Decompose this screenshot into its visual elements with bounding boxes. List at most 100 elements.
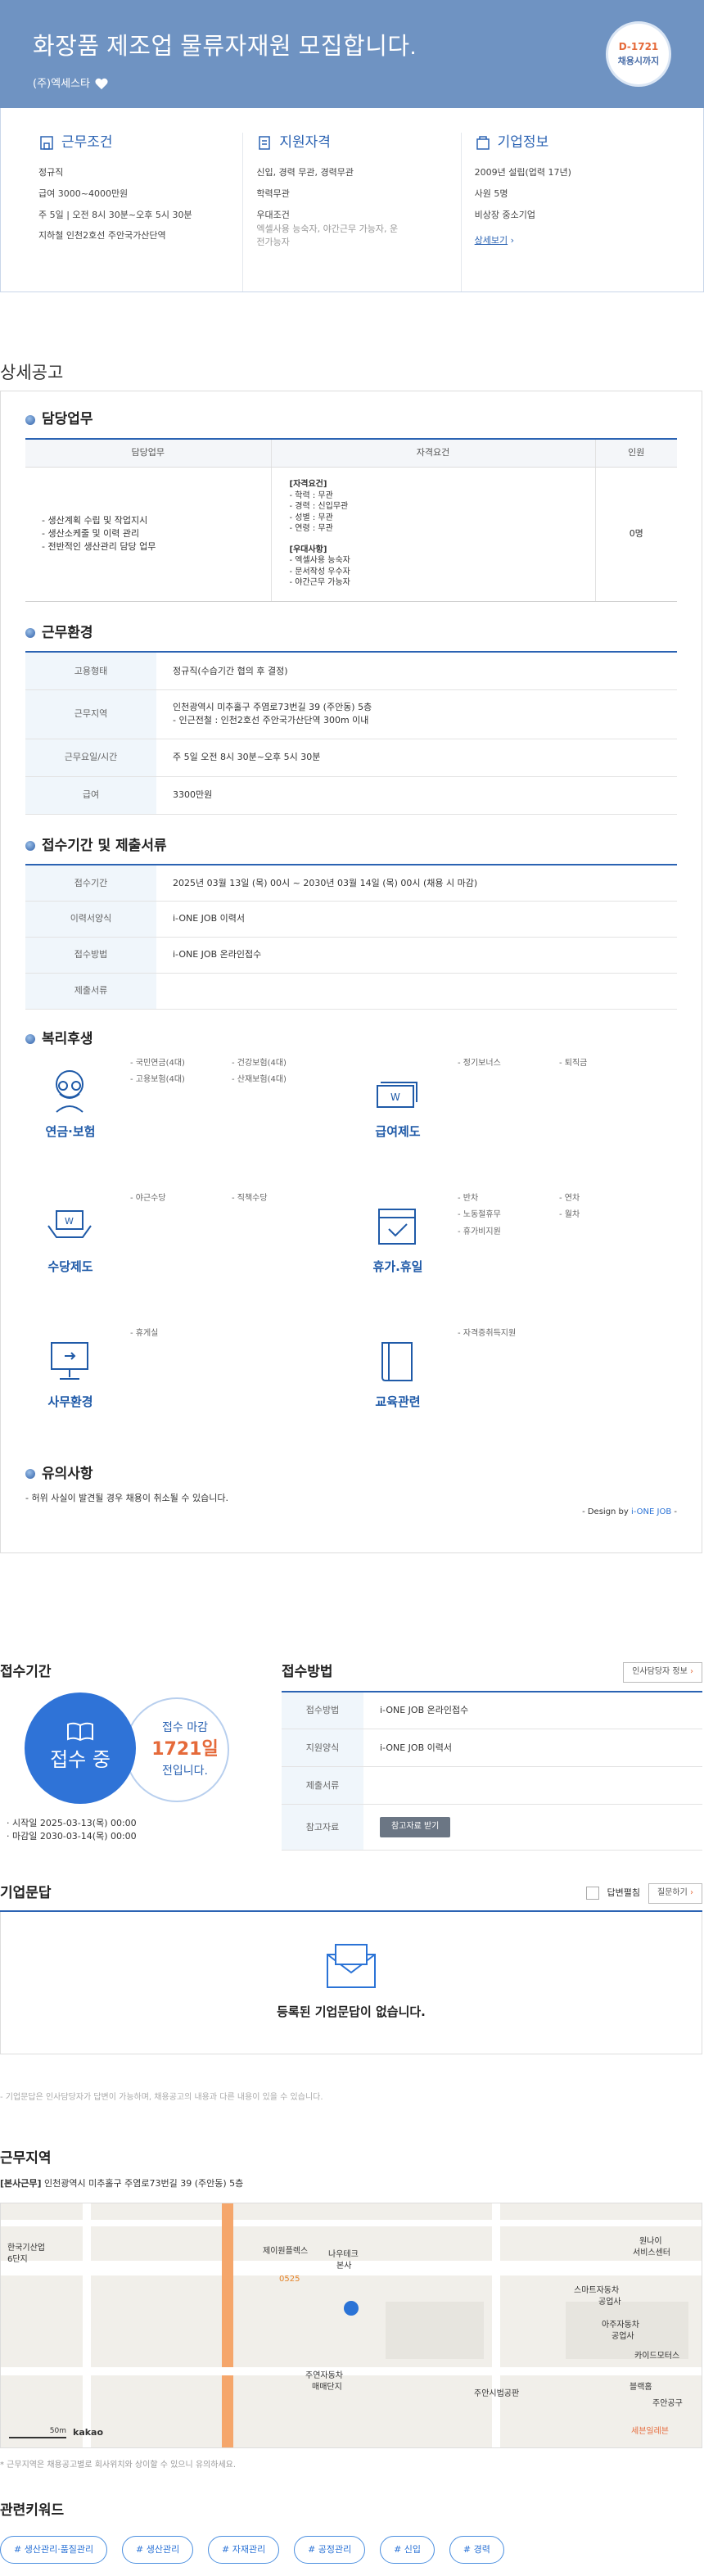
design-credit-brand[interactable]: i-ONE JOB [631,1507,671,1516]
welfare-entry: - 산재보험(4대) [232,1075,287,1084]
keyword-chip[interactable]: # 공정관리 [294,2535,366,2564]
company-detail-link[interactable]: 상세보기 [475,235,508,246]
duty-header: 담당업무 [25,439,272,468]
location-section: 근무지역 [본사근무] 인천광역시 미추홀구 주염로73번길 39 (주안동) … [0,2149,702,2190]
env-key: 근무요일/시간 [25,739,156,777]
caution-text: - 허위 사실이 발견될 경우 채용이 취소될 수 있습니다. [25,1493,228,1504]
period-start: · 시작일 2025-03-13(목) 00:00 [7,1817,137,1828]
map-pin-icon[interactable] [351,2300,353,2302]
welfare-entry: - 휴게실 [130,1328,159,1338]
environment-table: 고용형태 정규직(수습기간 협의 후 결정) 근무지역 인천광역시 미추홀구 주염로… [25,651,677,815]
welfare-label: 수당제도 [47,1259,93,1274]
apply-key: 접수기간 [25,865,156,902]
welfare-list: - 휴게실 [130,1328,333,1340]
map-bus-label: 0525 [279,2275,300,2284]
apply-value: i-ONE JOB 온라인접수 [156,937,677,974]
answered-checkbox[interactable] [585,1887,599,1900]
period-graphic: 접수 마감 1721일 전입니다. 접수 중 [0,1692,270,1807]
welfare-label: 교육관련 [375,1394,421,1409]
job-posting-page: 화장품 제조업 물류자재원 모집합니다. (주)엑세스타 D-1721 채용시까… [0,0,704,2576]
apply-title-text: 접수기간 및 제출서류 [42,837,167,854]
keyword-chip[interactable]: # 생산관리·품질관리 [0,2535,108,2564]
welfare-list: - 정기보너스 - 퇴직금 [458,1058,661,1070]
location-address: 인천광역시 미추홀구 주염로73번길 39 (주안동) 5층 [44,2177,244,2189]
map-label: 나우테크 [328,2250,359,2259]
method-key: 접수방법 [282,1691,363,1730]
req-item: - 경력 : 신입무관 [289,502,349,512]
ask-question-label: 질문하기 [657,1888,688,1898]
qna-empty: 등록된 기업문답이 없습니다. [0,1911,702,2054]
welfare-item-allowance: W 수당제도 - 야근수당 - 직책수당 [25,1193,353,1324]
keyword-chip[interactable]: # 신입 [380,2535,435,2564]
environment-title: 근무환경 [25,623,677,644]
open-book-icon [67,1722,93,1742]
posting-title: 화장품 제조업 물류자재원 모집합니다. [33,34,417,60]
summary-company-title: 기업정보 [475,133,666,153]
summary-box: 근무조건 정규직 급여 3000~4000만원 주 5일 | 오전 8시 30분… [0,108,704,292]
location-note: * 근무지역은 채용공고별로 회사위치와 상이할 수 있으니 유의하세요. [0,2461,237,2470]
location-address-row: [본사근무] 인천광역시 미추홀구 주염로73번길 39 (주안동) 5층 [0,2177,702,2190]
map-label: 공업사 [598,2298,621,2307]
req-item: - 학력 : 무관 [289,490,333,500]
keywords-title: 관련키워드 [0,2502,65,2518]
duty-header: 자격요건 [271,439,596,468]
map-scale-text: 50m [49,2427,66,2435]
welfare-entry: - 정기보너스 [458,1058,501,1068]
welfare-title: 복리후생 [25,1029,677,1050]
map-scale: 50m [9,2426,66,2439]
location-map[interactable]: 한국기산업 6단지 제이원플렉스 나우테크 본사 0525 스마트자동차 공업사… [0,2203,702,2448]
environment-title-text: 근무환경 [42,624,93,641]
welfare-entry: - 직책수당 [232,1193,268,1203]
summary-company: 기업정보 2009년 설립(업력 17년) 사원 5명 비상장 중소기업 상세보… [462,133,679,291]
duty-title: 담당업무 [25,409,677,430]
heart-icon[interactable] [95,79,108,90]
chevron-right-icon: › [690,1667,693,1677]
env-value: 인천광역시 미추홀구 주염로73번길 39 (주안동) 5층 [173,702,372,713]
map-label: 아주자동차 [602,2321,639,2330]
method-reference-cell: 참고자료 받기 [363,1804,702,1851]
location-tag: [본사근무] [0,2177,42,2189]
deadline-suffix: 전입니다. [162,1764,208,1778]
ask-question-button[interactable]: 질문하기 › [648,1883,702,1904]
clipboard-icon [259,136,271,151]
map-label: 블랙홈 [630,2383,652,2392]
money-hand-icon: W [47,1209,92,1238]
apply-table: 접수기간 2025년 03월 13일 (목) 00시 ~ 2030년 03월 14… [25,864,677,1010]
map-label: 매매단지 [312,2383,342,2392]
req-title: [우대사항] [289,545,327,554]
welfare-list: - 자격증취득지원 [458,1328,661,1340]
map-label: 카이드모터스 [634,2352,680,2361]
env-value: 3300만원 [156,776,677,815]
keyword-chip[interactable]: # 경력 [449,2535,504,2564]
svg-text:W: W [65,1216,74,1227]
condition-item: 급여 3000~4000만원 [38,188,129,199]
map-label: 한국기산업 [7,2244,45,2253]
period-end: · 마감일 2030-03-14(목) 00:00 [7,1830,137,1842]
apply-key: 접수방법 [25,937,156,974]
keyword-chip[interactable]: # 생산관리 [122,2535,194,2564]
welfare-entry: - 야근수당 [130,1193,166,1203]
apply-key: 이력서양식 [25,901,156,938]
map-label: 세븐일레븐 [631,2427,669,2436]
keywords-list: # 생산관리·품질관리 # 생산관리 # 자재관리 # 공정관리 # 신입 # … [0,2535,702,2564]
env-location-cell: 인천광역시 미추홀구 주염로73번길 39 (주안동) 5층 - 인근전철 : 인… [156,689,677,739]
building-icon [40,136,53,151]
welfare-entry: - 휴가비지원 [458,1227,501,1236]
keyword-chip[interactable]: # 자재관리 [208,2535,280,2564]
location-title: 근무지역 [0,2150,52,2166]
reference-download-button[interactable]: 참고자료 받기 [380,1817,451,1837]
welfare-entry: - 자격증취득지원 [458,1328,517,1338]
duty-task: - 생산소케줄 및 이력 관리 [42,528,140,540]
svg-text:W: W [390,1091,400,1103]
company-item: 2009년 설립(업력 17년) [474,166,571,178]
design-credit-prefix: - Design by [582,1507,631,1517]
contact-info-label: 인사담당자 정보 [632,1667,688,1677]
req-item: - 야간근무 가능자 [289,578,350,588]
contact-info-button[interactable]: 인사담당자 정보 › [623,1662,702,1683]
summary-conditions: 근무조건 정규직 급여 3000~4000만원 주 5일 | 오전 8시 30분… [25,133,244,291]
bullet-icon [25,1034,35,1045]
company-name[interactable]: (주)엑세스타 [33,77,90,93]
design-credit: - Design by i-ONE JOB - [25,1507,677,1519]
deadline-label: 접수 마감 [162,1721,208,1735]
map-label: 주연자동차 [305,2371,343,2380]
